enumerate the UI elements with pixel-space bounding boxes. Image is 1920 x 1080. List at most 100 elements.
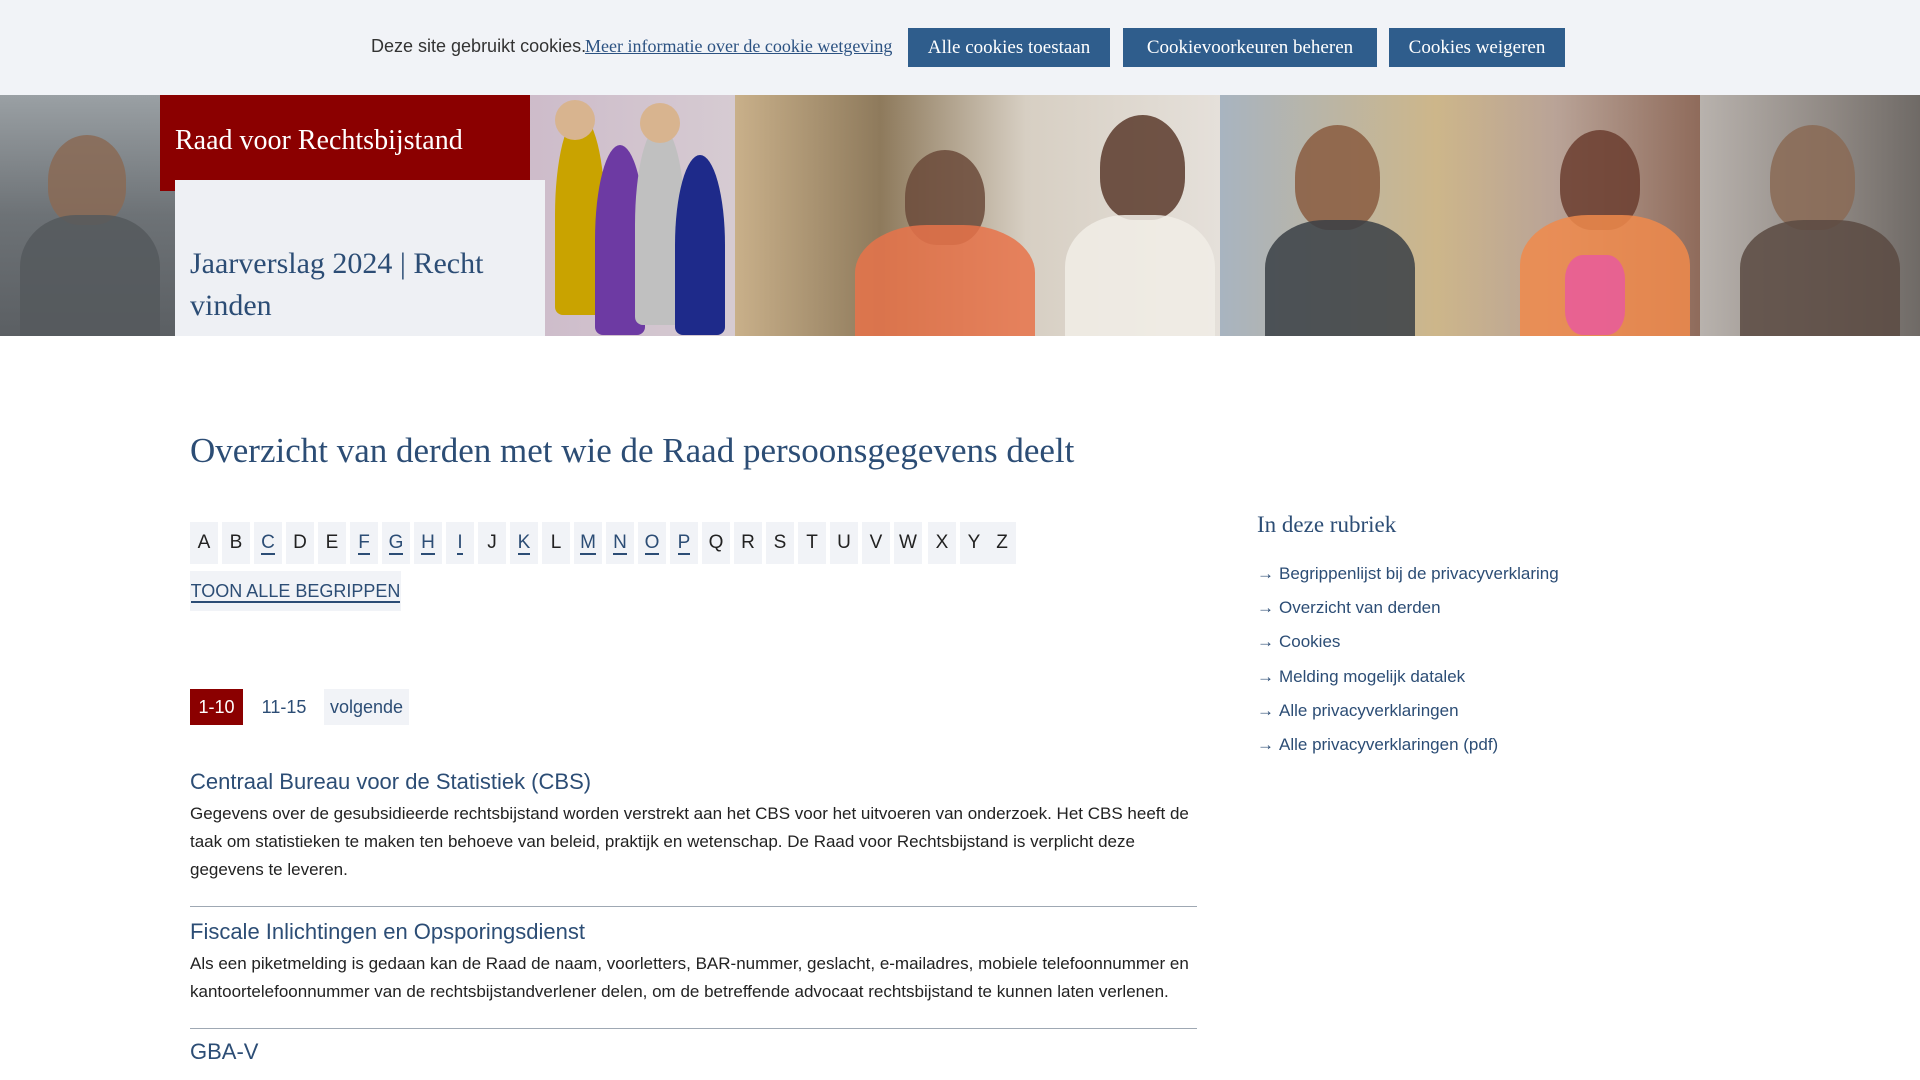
arrow-right-icon: → xyxy=(1257,632,1274,651)
entry-description: Als een piketmelding is gedaan kan de Ra… xyxy=(190,950,1195,1006)
entry-line: gegevens te leveren. xyxy=(190,860,348,879)
alphabet-letter-label: T xyxy=(806,532,818,553)
entry-divider xyxy=(190,1028,1197,1029)
entry-title[interactable]: Fiscale Inlichtingen en Opsporingsdienst xyxy=(190,919,585,945)
pagination-next[interactable]: volgende xyxy=(324,689,409,725)
banner-photo xyxy=(735,95,1220,336)
sidebar-item-label: Begrippenlijst bij de privacyverklaring xyxy=(1279,564,1559,583)
alphabet-letter-g[interactable]: G xyxy=(382,522,410,564)
alphabet-letter-label: J xyxy=(487,532,497,553)
alphabet-letter-v: V xyxy=(862,522,890,564)
alphabet-letter-label: L xyxy=(550,532,562,553)
banner-photo xyxy=(0,95,175,336)
alphabet-letter-h[interactable]: H xyxy=(414,522,442,564)
alphabet-letter-m[interactable]: M xyxy=(574,522,602,564)
alphabet-letter-s: S xyxy=(766,522,794,564)
entry-title[interactable]: GBA-V xyxy=(190,1039,258,1065)
sidebar-item-label: Alle privacyverklaringen (pdf) xyxy=(1279,735,1499,754)
sidebar-heading: In deze rubriek xyxy=(1257,512,1397,537)
alphabet-letter-z: Z xyxy=(988,522,1016,564)
alphabet-letter-i[interactable]: I xyxy=(446,522,474,564)
alphabet-letter-a: A xyxy=(190,522,218,564)
cookie-info-link[interactable]: Meer informatie over de cookie wetgeving xyxy=(585,36,892,57)
alphabet-letter-c[interactable]: C xyxy=(254,522,282,564)
alphabet-letter-k[interactable]: K xyxy=(510,522,538,564)
alphabet-letter-label: D xyxy=(293,532,307,553)
arrow-right-icon: → xyxy=(1257,564,1274,583)
alphabet-letter-label: O xyxy=(644,532,660,555)
sidebar-item-begrippenlijst[interactable]: → Begrippenlijst bij de privacyverklaring xyxy=(1257,564,1559,584)
alphabet-letter-label: R xyxy=(741,532,755,553)
alphabet-letter-r: R xyxy=(734,522,762,564)
alphabet-letter-label: Y xyxy=(967,532,981,553)
alphabet-letter-l: L xyxy=(542,522,570,564)
alphabet-letter-label: A xyxy=(197,532,211,553)
alphabet-letter-p[interactable]: P xyxy=(670,522,698,564)
alphabet-letter-x: X xyxy=(928,522,956,564)
alphabet-letter-f[interactable]: F xyxy=(350,522,378,564)
alphabet-letter-label: H xyxy=(421,532,435,555)
alphabet-letter-d: D xyxy=(286,522,314,564)
alphabet-letter-j: J xyxy=(478,522,506,564)
show-all-label: TOON ALLE BEGRIPPEN xyxy=(190,581,401,603)
accept-all-cookies-button[interactable]: Alle cookies toestaan xyxy=(908,28,1110,67)
alphabet-letter-label: B xyxy=(229,532,243,553)
alphabet-letter-b: B xyxy=(222,522,250,564)
alphabet-letter-u: U xyxy=(830,522,858,564)
entry-line: Gegevens over de gesubsidieerde rechtsbi… xyxy=(190,804,1189,823)
alphabet-letter-n[interactable]: N xyxy=(606,522,634,564)
cookie-bar: Deze site gebruikt cookies. Meer informa… xyxy=(0,0,1920,95)
alphabet-letter-label: N xyxy=(613,532,627,555)
pagination-current-page[interactable]: 1-10 xyxy=(190,689,243,725)
arrow-right-icon: → xyxy=(1257,598,1274,617)
alphabet-letter-w: W xyxy=(894,522,922,564)
entry-line: Als een piketmelding is gedaan kan de Ra… xyxy=(190,954,1189,973)
sidebar-item-label: Melding mogelijk datalek xyxy=(1279,667,1466,686)
show-all-terms-button[interactable]: TOON ALLE BEGRIPPEN xyxy=(190,571,401,611)
alphabet-letter-label: Z xyxy=(996,532,1008,553)
cookie-notice-text: Deze site gebruikt cookies. xyxy=(371,36,587,56)
entry-title[interactable]: Centraal Bureau voor de Statistiek (CBS) xyxy=(190,769,591,795)
alphabet-letter-label: V xyxy=(869,532,883,553)
entry-divider xyxy=(190,906,1197,907)
manage-cookie-preferences-button[interactable]: Cookievoorkeuren beheren xyxy=(1123,28,1377,67)
alphabet-letter-label: K xyxy=(517,532,531,555)
decline-cookies-button[interactable]: Cookies weigeren xyxy=(1389,28,1565,67)
sidebar-item-cookies[interactable]: → Cookies xyxy=(1257,632,1340,652)
alphabet-letter-label: U xyxy=(837,532,851,553)
sidebar-item-datalek[interactable]: → Melding mogelijk datalek xyxy=(1257,667,1465,687)
brand-name[interactable]: Raad voor Rechtsbijstand xyxy=(175,125,463,157)
alphabet-letter-label: S xyxy=(773,532,787,553)
arrow-right-icon: → xyxy=(1257,701,1274,720)
arrow-right-icon: → xyxy=(1257,735,1274,754)
entry-description: Gegevens over de gesubsidieerde rechtsbi… xyxy=(190,800,1195,884)
alphabet-letter-label: F xyxy=(358,532,370,555)
alphabet-letter-q: Q xyxy=(702,522,730,564)
pagination-page-2[interactable]: 11-15 xyxy=(253,689,315,725)
sidebar-item-label: Alle privacyverklaringen xyxy=(1279,701,1459,720)
alphabet-letter-label: W xyxy=(899,532,917,553)
alphabet-letter-label: C xyxy=(261,532,275,555)
arrow-right-icon: → xyxy=(1257,667,1274,686)
alphabet-letter-e: E xyxy=(318,522,346,564)
page-title: Overzicht van derden met wie de Raad per… xyxy=(190,431,1075,470)
sidebar-item-overzicht[interactable]: → Overzicht van derden xyxy=(1257,598,1441,618)
banner-photo xyxy=(1220,95,1700,336)
site-title[interactable]: Jaarverslag 2024 | Recht vinden xyxy=(190,243,520,327)
alphabet-letter-label: M xyxy=(580,532,596,555)
entry-line: kantoortelefoonnummer van de rechtsbijst… xyxy=(190,982,1169,1001)
alphabet-letter-label: X xyxy=(935,532,949,553)
alphabet-letter-label: G xyxy=(388,532,404,555)
alphabet-letter-label: P xyxy=(677,532,691,555)
entry-line: taak om statistieken te maken ten behoev… xyxy=(190,832,1135,851)
sidebar-item-privacyverklaringen[interactable]: → Alle privacyverklaringen xyxy=(1257,701,1459,721)
alphabet-letter-label: I xyxy=(457,532,463,555)
sidebar-item-privacyverklaringen-pdf[interactable]: → Alle privacyverklaringen (pdf) xyxy=(1257,735,1498,755)
sidebar-item-label: Cookies xyxy=(1279,632,1341,651)
alphabet-letter-o[interactable]: O xyxy=(638,522,666,564)
alphabet-letter-t: T xyxy=(798,522,826,564)
banner-photo xyxy=(1700,95,1920,336)
alphabet-letter-label: Q xyxy=(708,532,724,553)
alphabet-letter-y: Y xyxy=(960,522,988,564)
alphabet-letter-label: E xyxy=(325,532,339,553)
